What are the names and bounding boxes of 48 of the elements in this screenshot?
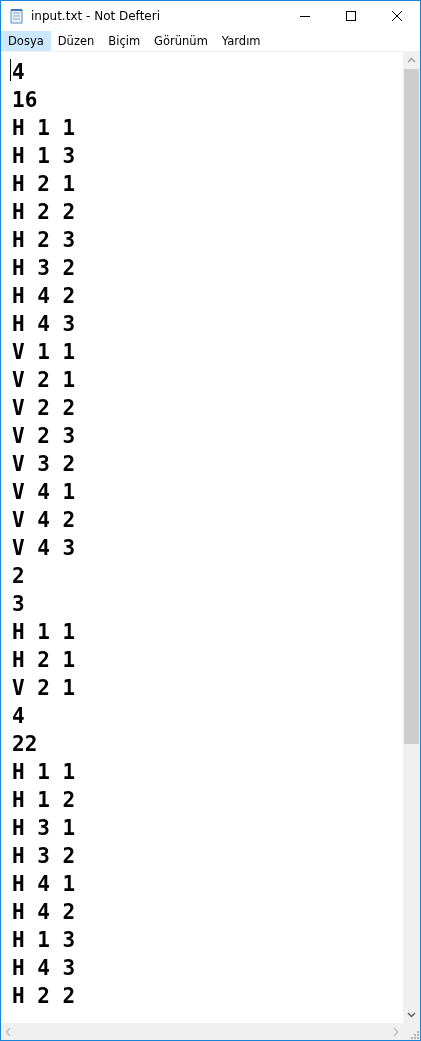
text-line: H 2 1 bbox=[12, 171, 76, 198]
text-line: 2 bbox=[12, 563, 25, 590]
text-line: V 2 2 bbox=[12, 395, 76, 422]
text-line: V 1 1 bbox=[12, 339, 76, 366]
text-line: H 4 3 bbox=[12, 311, 76, 338]
text-line: V 4 1 bbox=[12, 479, 76, 506]
resize-grip-icon[interactable] bbox=[410, 1030, 420, 1040]
maximize-icon bbox=[346, 11, 356, 21]
text-line: H 4 3 bbox=[12, 955, 76, 982]
text-line: H 4 1 bbox=[12, 871, 76, 898]
text-line: H 4 2 bbox=[12, 283, 76, 310]
scrollbar-thumb[interactable] bbox=[404, 69, 419, 744]
text-line: 22 bbox=[12, 731, 38, 758]
text-line: V 2 1 bbox=[12, 367, 76, 394]
text-cursor bbox=[10, 59, 11, 81]
scroll-right-icon[interactable] bbox=[391, 1025, 400, 1038]
menu-item[interactable]: Biçim bbox=[101, 31, 148, 51]
text-line: H 1 2 bbox=[12, 787, 76, 814]
text-line: 3 bbox=[12, 591, 25, 618]
text-line: H 2 2 bbox=[12, 199, 76, 226]
text-line: H 4 2 bbox=[12, 899, 76, 926]
text-line: 16 bbox=[12, 87, 38, 114]
text-line: H 3 2 bbox=[12, 255, 76, 282]
menu-item[interactable]: Düzen bbox=[50, 31, 102, 51]
notepad-icon bbox=[9, 8, 25, 24]
text-line: V 4 2 bbox=[12, 507, 76, 534]
menu-item[interactable]: Dosya bbox=[1, 31, 51, 51]
text-line: 4 bbox=[12, 59, 25, 86]
text-line: H 1 1 bbox=[12, 759, 76, 786]
text-line: H 2 2 bbox=[12, 983, 76, 1010]
text-line: H 2 1 bbox=[12, 647, 76, 674]
text-line: V 2 1 bbox=[12, 675, 76, 702]
text-line: H 2 3 bbox=[12, 227, 76, 254]
menu-item[interactable]: Yardım bbox=[214, 31, 268, 51]
text-line: H 1 1 bbox=[12, 619, 76, 646]
close-icon bbox=[392, 11, 402, 21]
text-line: H 3 2 bbox=[12, 843, 76, 870]
text-line: H 1 3 bbox=[12, 143, 76, 170]
text-line: 4 bbox=[12, 703, 25, 730]
menu-item[interactable]: Görünüm bbox=[147, 31, 215, 51]
text-line: V 2 3 bbox=[12, 423, 76, 450]
text-line: V 3 2 bbox=[12, 451, 76, 478]
text-line: V 4 3 bbox=[12, 535, 76, 562]
text-line: H 3 1 bbox=[12, 815, 76, 842]
text-line: H 1 3 bbox=[12, 927, 76, 954]
text-line: H 1 1 bbox=[12, 115, 76, 142]
scroll-left-icon[interactable] bbox=[4, 1025, 13, 1038]
window-title: input.txt - Not Defteri bbox=[31, 8, 161, 25]
